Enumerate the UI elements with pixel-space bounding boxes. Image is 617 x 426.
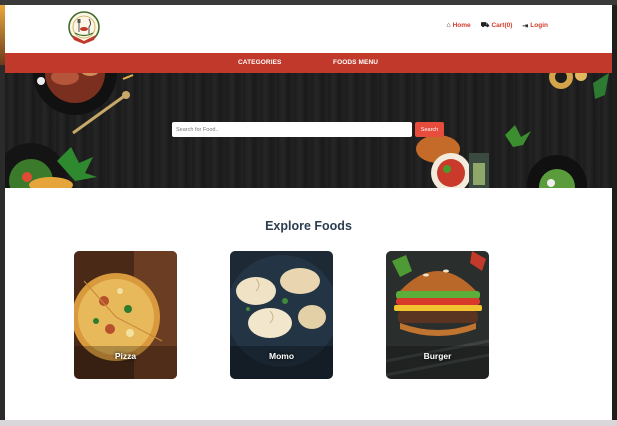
site-header: ⌂ Home ⛟ Cart(0) ⇥ Login <box>5 5 612 53</box>
category-card-momo[interactable]: Momo <box>230 251 333 379</box>
window-bottom-edge <box>0 420 617 426</box>
restaurant-logo-icon[interactable] <box>66 10 102 46</box>
login-icon: ⇥ <box>522 22 529 30</box>
cart-link[interactable]: ⛟ Cart(0) <box>481 21 513 30</box>
cart-link-label: Cart(0) <box>491 22 513 29</box>
category-label-burger: Burger <box>423 351 452 361</box>
food-search-form: Search <box>172 122 444 137</box>
window-right-edge <box>612 5 617 426</box>
category-menu-bar: CATEGORIES FOODS MENU <box>5 53 612 73</box>
food-search-input[interactable] <box>172 122 412 137</box>
category-card-burger[interactable]: Burger <box>386 251 489 379</box>
home-link[interactable]: ⌂ Home <box>446 21 470 30</box>
search-button[interactable]: Search <box>415 122 444 137</box>
home-link-label: Home <box>452 22 471 29</box>
category-label-momo: Momo <box>268 351 295 361</box>
categories-menu-item[interactable]: CATEGORIES <box>238 59 282 66</box>
cart-icon: ⛟ <box>480 22 490 29</box>
category-label-pizza: Pizza <box>114 351 137 361</box>
explore-foods-heading: Explore Foods <box>265 219 352 233</box>
login-link-label: Login <box>530 22 548 29</box>
category-card-pizza[interactable]: Pizza <box>74 251 177 379</box>
header-nav: ⌂ Home ⛟ Cart(0) ⇥ Login <box>446 21 548 30</box>
foods-menu-item[interactable]: FOODS MENU <box>333 59 378 66</box>
web-page: ⌂ Home ⛟ Cart(0) ⇥ Login CATEGORIES FOOD… <box>5 5 612 420</box>
hero-banner: Search <box>5 73 612 188</box>
login-link[interactable]: ⇥ Login <box>522 21 548 30</box>
home-icon: ⌂ <box>446 22 451 29</box>
